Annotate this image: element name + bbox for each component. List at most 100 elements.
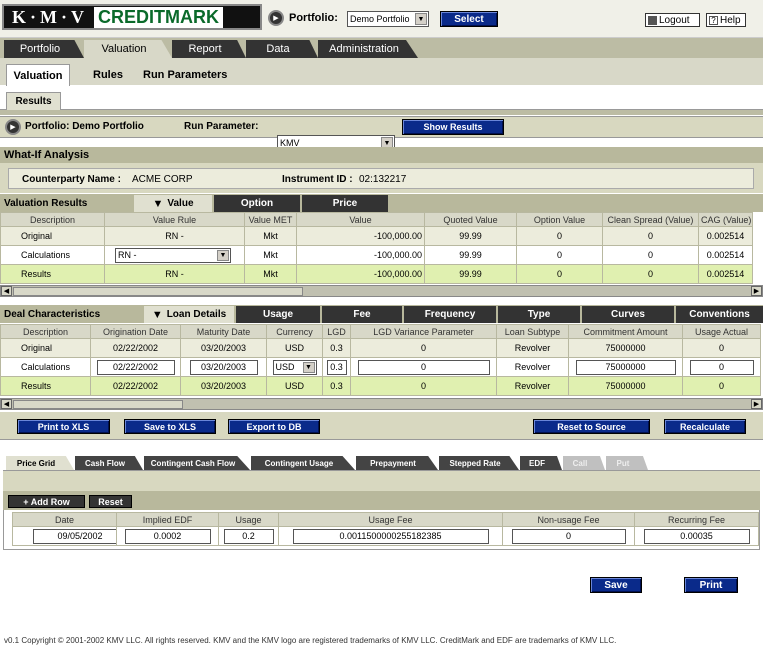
recalculate-button[interactable]: Recalculate xyxy=(664,419,746,434)
run-portfolio-label: Portfolio: Demo Portfolio xyxy=(25,121,144,132)
deal-tab-conventions[interactable]: Conventions xyxy=(676,306,763,323)
scroll-right-icon[interactable]: ▶ xyxy=(751,399,762,409)
deal-tab-usage[interactable]: Usage xyxy=(236,306,320,323)
btab-prepayment[interactable]: Prepayment xyxy=(356,456,438,470)
cell: 0.3 xyxy=(322,338,351,358)
usage-input[interactable]: 0.2 xyxy=(223,528,274,544)
col-header: Maturity Date xyxy=(180,324,267,339)
cell: 03/20/2003 xyxy=(180,376,267,396)
cell: 0.002514 xyxy=(698,226,753,246)
recurring-fee-input[interactable]: 0.00035 xyxy=(643,528,750,544)
row-desc: Calculations xyxy=(0,357,91,377)
save-button[interactable]: Save xyxy=(590,577,642,593)
show-results-button[interactable]: Show Results xyxy=(402,119,504,135)
commitment-input[interactable]: 75000000 xyxy=(575,359,676,375)
value-rule-value: RN - xyxy=(118,250,137,260)
deal-tab-type[interactable]: Type xyxy=(498,306,580,323)
scroll-thumb[interactable] xyxy=(13,400,183,409)
vr-horizontal-scrollbar[interactable]: ◀ ▶ xyxy=(0,285,763,297)
deal-horizontal-scrollbar[interactable]: ◀ ▶ xyxy=(0,398,763,410)
sub-sub-tab-bar xyxy=(0,86,763,110)
col-header: LGD xyxy=(322,324,351,339)
cell: 0.3 xyxy=(322,376,351,396)
tab-administration[interactable]: Administration xyxy=(318,40,418,58)
btab-put: Put xyxy=(606,456,648,470)
add-row-button[interactable]: + Add Row xyxy=(8,495,85,508)
reset-button[interactable]: Reset xyxy=(89,495,132,508)
vr-tab-value[interactable]: ▼ Value xyxy=(134,195,212,212)
deal-tab-loan-details[interactable]: ▼ Loan Details xyxy=(144,306,234,323)
tab-valuation[interactable]: Valuation xyxy=(84,40,172,58)
chevron-down-icon: ▼ xyxy=(302,361,315,373)
cell: 0 xyxy=(682,376,761,396)
vr-tab-option[interactable]: Option xyxy=(214,195,300,212)
lgd-variance-input[interactable]: 0 xyxy=(357,359,490,375)
subtab-run-parameters[interactable]: Run Parameters xyxy=(143,69,227,81)
btab-contingent-usage[interactable]: Contingent Usage xyxy=(251,456,355,470)
tab-portfolio[interactable]: Portfolio xyxy=(4,40,84,58)
currency-select[interactable]: USD ▼ xyxy=(272,359,317,375)
col-header: Recurring Fee xyxy=(634,512,759,527)
subtab-valuation[interactable]: Valuation xyxy=(6,64,70,86)
col-header: Non-usage Fee xyxy=(502,512,635,527)
cell: 02/22/2002 xyxy=(90,357,181,377)
lgd-input[interactable]: 0.3 xyxy=(326,359,347,375)
deal-tab-frequency[interactable]: Frequency xyxy=(404,306,496,323)
tab-data[interactable]: Data xyxy=(246,40,318,58)
save-xls-button[interactable]: Save to XLS xyxy=(124,419,216,434)
whatif-title: What-If Analysis xyxy=(0,147,763,163)
scroll-left-icon[interactable]: ◀ xyxy=(1,399,12,409)
help-button[interactable]: ? Help xyxy=(706,13,746,27)
btab-edf[interactable]: EDF xyxy=(520,456,562,470)
maturity-date-input[interactable]: 03/20/2003 xyxy=(189,359,258,375)
btab-contingent-cash-flow[interactable]: Contingent Cash Flow xyxy=(144,456,250,470)
btab-price-grid[interactable]: Price Grid xyxy=(6,456,74,470)
col-header: Value Rule xyxy=(104,212,245,227)
triangle-down-icon: ▼ xyxy=(151,308,163,321)
portfolio-select[interactable]: Demo Portfolio ▼ xyxy=(347,11,429,27)
scroll-left-icon[interactable]: ◀ xyxy=(1,286,12,296)
cell: 0.00035 xyxy=(634,526,759,546)
cell: Mkt xyxy=(244,226,297,246)
subsubtab-results[interactable]: Results xyxy=(6,92,61,110)
date-input[interactable]: 09/05/2002 xyxy=(33,528,116,544)
col-header: Value MET xyxy=(244,212,297,227)
chevron-down-icon: ▼ xyxy=(217,249,229,261)
scroll-right-icon[interactable]: ▶ xyxy=(751,286,762,296)
help-label: Help xyxy=(720,14,741,26)
btab-cash-flow[interactable]: Cash Flow xyxy=(75,456,143,470)
scroll-thumb[interactable] xyxy=(13,287,303,296)
cell: -100,000.00 xyxy=(296,226,425,246)
subtab-rules[interactable]: Rules xyxy=(93,69,123,81)
cell: 09/05/2002 xyxy=(12,526,117,546)
deal-tab-curves[interactable]: Curves xyxy=(582,306,674,323)
btab-stepped-rate[interactable]: Stepped Rate xyxy=(439,456,519,470)
reset-source-button[interactable]: Reset to Source xyxy=(533,419,650,434)
valuation-results-title: Valuation Results xyxy=(4,198,88,209)
cell: USD xyxy=(266,376,323,396)
cell: -100,000.00 xyxy=(296,245,425,265)
value-rule-select[interactable]: RN - ▼ xyxy=(115,247,231,263)
print-button[interactable]: Print xyxy=(684,577,738,593)
tab-report[interactable]: Report xyxy=(172,40,246,58)
origination-date-input[interactable]: 02/22/2002 xyxy=(96,359,175,375)
col-header: Implied EDF xyxy=(116,512,219,527)
deal-tab-fee[interactable]: Fee xyxy=(322,306,402,323)
table-row: Calculations 02/22/2002 03/20/2003 USD ▼ … xyxy=(0,357,761,377)
col-header: Origination Date xyxy=(90,324,181,339)
implied-edf-input[interactable]: 0.0002 xyxy=(124,528,211,544)
col-header: Usage xyxy=(218,512,279,527)
usage-fee-input[interactable]: 0.0011500000255182385 xyxy=(292,528,489,544)
counterparty-label: Counterparty Name : xyxy=(22,174,121,185)
logout-button[interactable]: Logout xyxy=(645,13,700,27)
cell: 0.002514 xyxy=(698,245,753,265)
cell: RN - ▼ xyxy=(104,245,245,265)
valuation-results-table: Description Value Rule Value MET Value Q… xyxy=(0,212,753,284)
print-xls-button[interactable]: Print to XLS xyxy=(17,419,110,434)
copyright: v0.1 Copyright © 2001-2002 KMV LLC. All … xyxy=(4,636,617,645)
select-button[interactable]: Select xyxy=(440,11,498,27)
usage-actual-input[interactable]: 0 xyxy=(689,359,754,375)
nonusage-fee-input[interactable]: 0 xyxy=(511,528,626,544)
vr-tab-price[interactable]: Price xyxy=(302,195,388,212)
export-db-button[interactable]: Export to DB xyxy=(228,419,320,434)
